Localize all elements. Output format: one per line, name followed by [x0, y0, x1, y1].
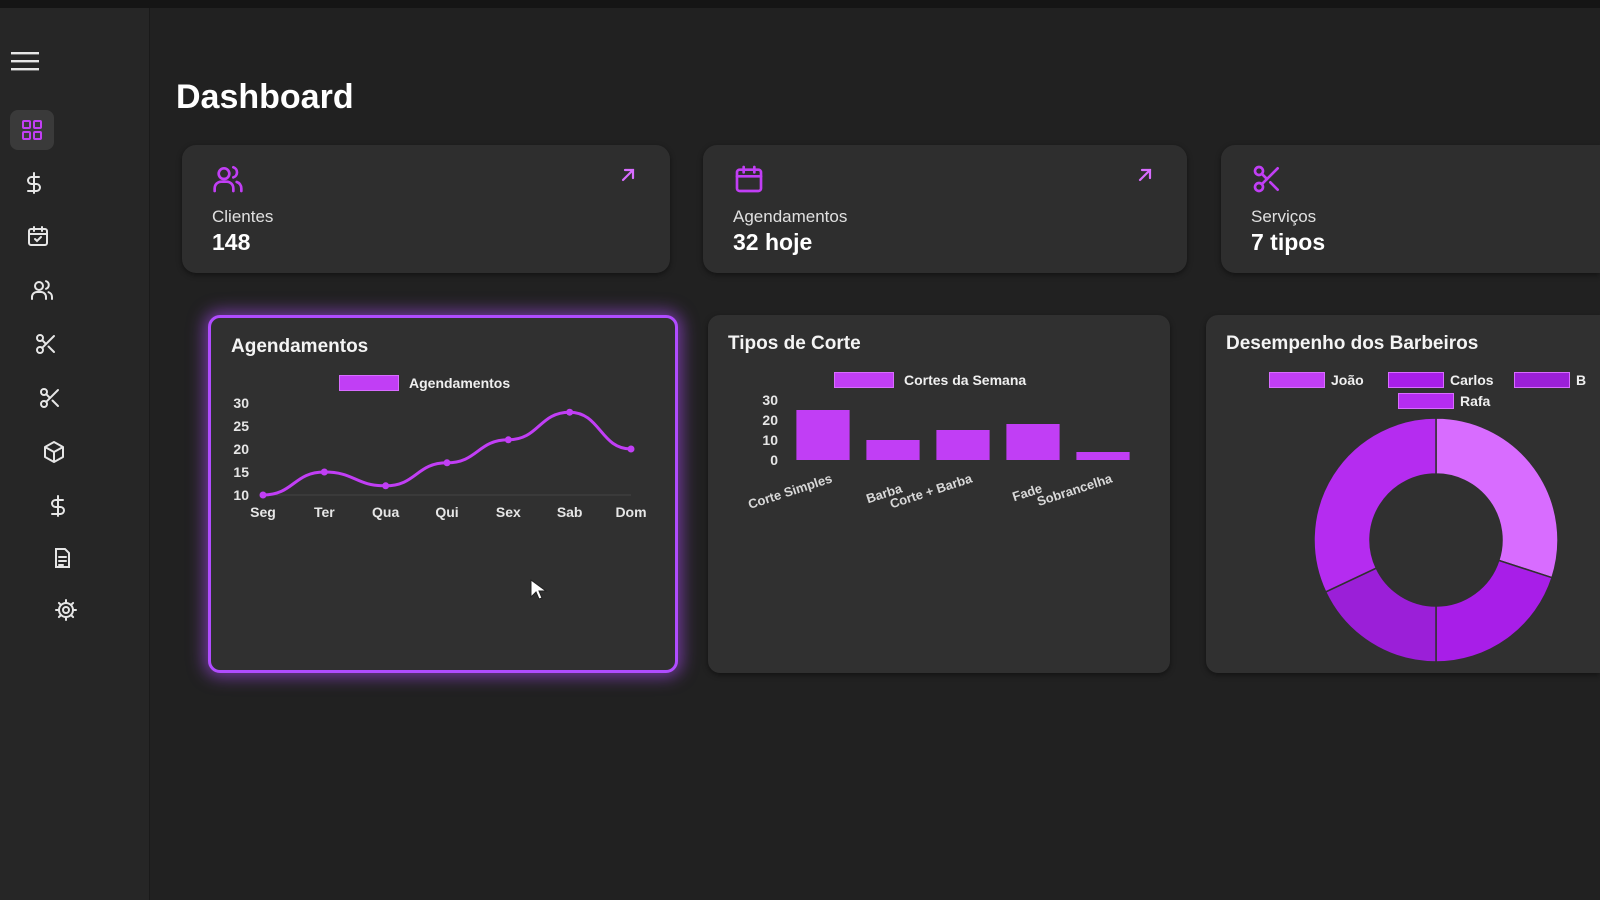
y-tick-label: 10	[233, 487, 249, 503]
chart-title: Tipos de Corte	[728, 333, 861, 354]
sidebar-item-services[interactable]	[24, 324, 68, 364]
stat-value: 32 hoje	[733, 229, 813, 255]
x-tick-label: Qua	[372, 504, 399, 520]
legend-swatch	[834, 372, 894, 388]
stat-card-clients[interactable]: Clientes 148	[182, 145, 670, 273]
legend-label: B	[1576, 372, 1587, 388]
scissors-icon	[40, 388, 59, 408]
chart-card-appointments[interactable]: Agendamentos Agendamentos 10 15 20 25 30 Seg T…	[208, 315, 678, 673]
scissors-icon	[36, 334, 55, 354]
line-chart: 10 15 20 25 30 Seg Ter Qua Qui Sex Sab Dom	[233, 395, 646, 520]
bar-chart: 0102030Corte Simples BarbaCorte + Barba Fa…	[746, 392, 1130, 512]
legend-swatch	[1269, 372, 1325, 388]
stat-value: 148	[212, 229, 251, 255]
legend-label: João	[1331, 372, 1364, 388]
arrow-up-right-icon[interactable]	[620, 167, 636, 183]
legend-label: Rafa	[1460, 393, 1491, 409]
legend-swatch	[339, 375, 399, 391]
chart-card-cut-types[interactable]: Tipos de Corte Cortes da Semana 0 10 20 30 C…	[708, 315, 1170, 673]
legend-label: Agendamentos	[409, 375, 511, 391]
stat-label: Agendamentos	[733, 207, 848, 226]
x-tick-label: Seg	[250, 504, 276, 520]
calendar-icon	[28, 226, 48, 246]
sidebar-item-reports[interactable]	[40, 538, 84, 578]
data-point	[382, 482, 390, 490]
x-tick-label: Sab	[557, 504, 583, 520]
users-icon	[31, 280, 54, 300]
x-tick-label: Dom	[615, 504, 646, 520]
hamburger-icon	[11, 52, 39, 71]
calendar-icon	[735, 165, 763, 193]
scissors-icon	[1253, 165, 1279, 193]
x-tick-label: Qui	[435, 504, 458, 520]
dollar-icon	[51, 495, 65, 517]
legend-swatch	[1388, 372, 1444, 388]
legend-label: Carlos	[1450, 372, 1494, 388]
pie-slice	[1313, 417, 1437, 593]
y-tick-label: 25	[233, 418, 249, 434]
data-point	[320, 468, 328, 476]
x-tick-label: Sex	[496, 504, 521, 520]
legend-label: Cortes da Semana	[904, 372, 1027, 388]
data-point	[627, 445, 635, 453]
document-icon	[55, 548, 70, 568]
data-point	[443, 459, 451, 467]
data-point	[259, 491, 267, 499]
bar	[1076, 452, 1130, 460]
gear-icon	[55, 599, 77, 621]
y-tick-label: 30	[762, 392, 778, 408]
data-point	[566, 408, 574, 416]
chart-title: Agendamentos	[231, 336, 369, 357]
y-tick-label: 0	[770, 452, 778, 468]
x-tick-label: Ter	[314, 504, 335, 520]
x-tick-label: Corte Simples	[746, 471, 834, 512]
sidebar-item-calendar[interactable]	[16, 216, 60, 256]
pie-slice	[1435, 559, 1553, 663]
browser-top-bar	[0, 0, 1600, 8]
y-tick-label: 20	[762, 412, 778, 428]
mouse-cursor-icon	[530, 579, 548, 600]
page-title: Dashboard	[176, 78, 354, 116]
pie-slice	[1435, 417, 1559, 579]
doughnut-chart	[1313, 417, 1559, 663]
box-icon	[44, 441, 64, 463]
bar	[1006, 424, 1060, 460]
x-tick-label: Sobrancelha	[1035, 470, 1115, 509]
legend-swatch	[1398, 393, 1454, 409]
y-tick-label: 20	[233, 441, 249, 457]
data-point	[504, 436, 512, 444]
stat-card-services[interactable]: Serviços 7 tipos	[1221, 145, 1600, 273]
sidebar-item-dashboard[interactable]	[10, 110, 54, 150]
sidebar-item-settings[interactable]	[44, 590, 88, 630]
stat-value: 7 tipos	[1251, 229, 1326, 255]
stat-card-appointments[interactable]: Agendamentos 32 hoje	[703, 145, 1187, 273]
sidebar-item-payments[interactable]	[36, 486, 80, 526]
hamburger-menu-button[interactable]	[8, 46, 42, 76]
sidebar	[0, 8, 150, 900]
series-line	[262, 410, 632, 497]
stat-label: Clientes	[212, 207, 274, 226]
dashboard-grid-icon	[22, 120, 42, 140]
chart-title: Desempenho dos Barbeiros	[1226, 333, 1479, 354]
users-icon	[213, 165, 243, 193]
sidebar-item-clients[interactable]	[20, 270, 64, 310]
dollar-icon	[27, 172, 41, 194]
y-tick-label: 10	[762, 432, 778, 448]
bar	[866, 440, 920, 460]
sidebar-item-barbers[interactable]	[28, 378, 72, 418]
sidebar-item-finance[interactable]	[12, 163, 56, 203]
y-tick-label: 30	[233, 395, 249, 411]
stat-label: Serviços	[1251, 207, 1317, 226]
y-tick-label: 15	[233, 464, 249, 480]
legend-swatch	[1514, 372, 1570, 388]
bar	[936, 430, 990, 460]
bar	[796, 410, 850, 460]
sidebar-item-products[interactable]	[32, 432, 76, 472]
arrow-up-right-icon[interactable]	[1137, 167, 1153, 183]
chart-card-barber-performance[interactable]: Desempenho dos Barbeiros João Carlos B R…	[1206, 315, 1600, 673]
